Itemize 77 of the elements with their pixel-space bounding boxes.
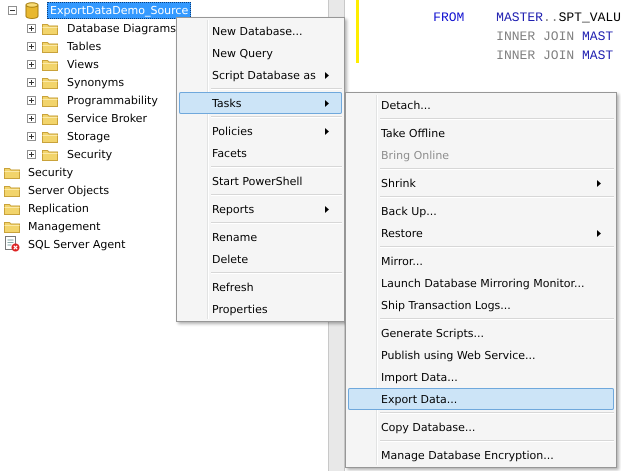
tree-item[interactable]: Security	[25, 164, 76, 180]
code-token: MAST	[582, 29, 614, 44]
code-token: FROM	[433, 10, 464, 25]
submenu-arrow-icon	[325, 128, 329, 134]
folder-icon	[4, 184, 20, 196]
code-token: SPT_VALU	[558, 10, 621, 25]
folder-icon	[42, 76, 58, 88]
folder-icon	[4, 166, 20, 178]
menu-item[interactable]: Shrink	[348, 172, 614, 194]
menu-item[interactable]: Delete	[179, 248, 342, 270]
tree-item[interactable]: Tables	[64, 38, 104, 54]
agent-icon	[4, 236, 20, 252]
submenu-arrow-icon	[325, 206, 329, 212]
menu-item[interactable]: Export Data...	[348, 388, 614, 410]
expand-icon[interactable]	[27, 114, 36, 122]
menu-item[interactable]: Detach...	[348, 94, 614, 116]
folder-icon	[42, 130, 58, 142]
menu-item[interactable]: Properties	[179, 298, 342, 320]
menu-item[interactable]: Rename	[179, 226, 342, 248]
folder-icon	[42, 58, 58, 70]
menu-item[interactable]: Start PowerShell	[179, 170, 342, 192]
menu-item[interactable]: Restore	[348, 222, 614, 244]
submenu-arrow-icon	[325, 72, 329, 78]
menu-item[interactable]: Refresh	[179, 276, 342, 298]
menu-item[interactable]: Take Offline	[348, 122, 614, 144]
menu-item[interactable]: New Database...	[179, 20, 342, 42]
menu-item[interactable]: Back Up...	[348, 200, 614, 222]
expand-icon[interactable]	[27, 96, 36, 104]
folder-icon	[4, 220, 20, 232]
menu-item[interactable]: Reports	[179, 198, 342, 220]
tree-item[interactable]: Management	[25, 218, 104, 234]
menu-item[interactable]: Manage Database Encryption...	[348, 444, 614, 466]
collapse-icon[interactable]	[8, 6, 17, 14]
menu-item[interactable]: Mirror...	[348, 250, 614, 272]
folder-icon	[42, 94, 58, 106]
folder-icon	[42, 112, 58, 124]
menu-item[interactable]: Launch Database Mirroring Monitor...	[348, 272, 614, 294]
menu-item[interactable]: Script Database as	[179, 64, 342, 86]
tree-item[interactable]: Server Objects	[25, 182, 112, 198]
code-token: ..	[542, 10, 559, 25]
menu-item[interactable]: Facets	[179, 142, 342, 164]
menu-item[interactable]: Tasks	[179, 92, 342, 114]
menu-item[interactable]: Ship Transaction Logs...	[348, 294, 614, 316]
expand-icon[interactable]	[27, 42, 36, 50]
submenu-arrow-icon	[597, 230, 601, 236]
code-token: MASTER	[496, 10, 543, 25]
expand-icon[interactable]	[27, 60, 36, 68]
menu-item[interactable]: Publish using Web Service...	[348, 344, 614, 366]
expand-icon[interactable]	[27, 150, 36, 158]
code-token: MAST	[582, 48, 614, 63]
tree-item[interactable]: Replication	[25, 200, 92, 216]
folder-icon	[4, 202, 20, 214]
submenu-arrow-icon	[325, 100, 329, 106]
tree-item[interactable]: Views	[64, 56, 102, 72]
menu-item[interactable]: Import Data...	[348, 366, 614, 388]
code-token: INNER JOIN	[496, 29, 574, 44]
change-bar	[356, 0, 360, 63]
expand-icon[interactable]	[27, 132, 36, 140]
database-icon	[25, 2, 39, 18]
expand-icon[interactable]	[27, 24, 36, 32]
menu-item[interactable]: Policies	[179, 120, 342, 142]
tree-item[interactable]: Storage	[64, 128, 114, 144]
folder-icon	[42, 22, 58, 34]
code-token: INNER JOIN	[496, 48, 574, 63]
tree-item[interactable]: Database Diagrams	[64, 20, 179, 36]
folder-icon	[42, 40, 58, 52]
folder-icon	[42, 148, 58, 160]
tree-item[interactable]: Service Broker	[64, 110, 150, 126]
expand-icon[interactable]	[27, 78, 36, 86]
menu-item[interactable]: Copy Database...	[348, 416, 614, 438]
tree-item[interactable]: SQL Server Agent	[25, 236, 128, 252]
menu-item[interactable]: Generate Scripts...	[348, 322, 614, 344]
tree-item[interactable]: Synonyms	[64, 74, 128, 90]
submenu-arrow-icon	[597, 180, 601, 186]
menu-item[interactable]: New Query	[179, 42, 342, 64]
tree-item[interactable]: Security	[64, 146, 116, 162]
tree-item[interactable]: Programmability	[64, 92, 161, 108]
